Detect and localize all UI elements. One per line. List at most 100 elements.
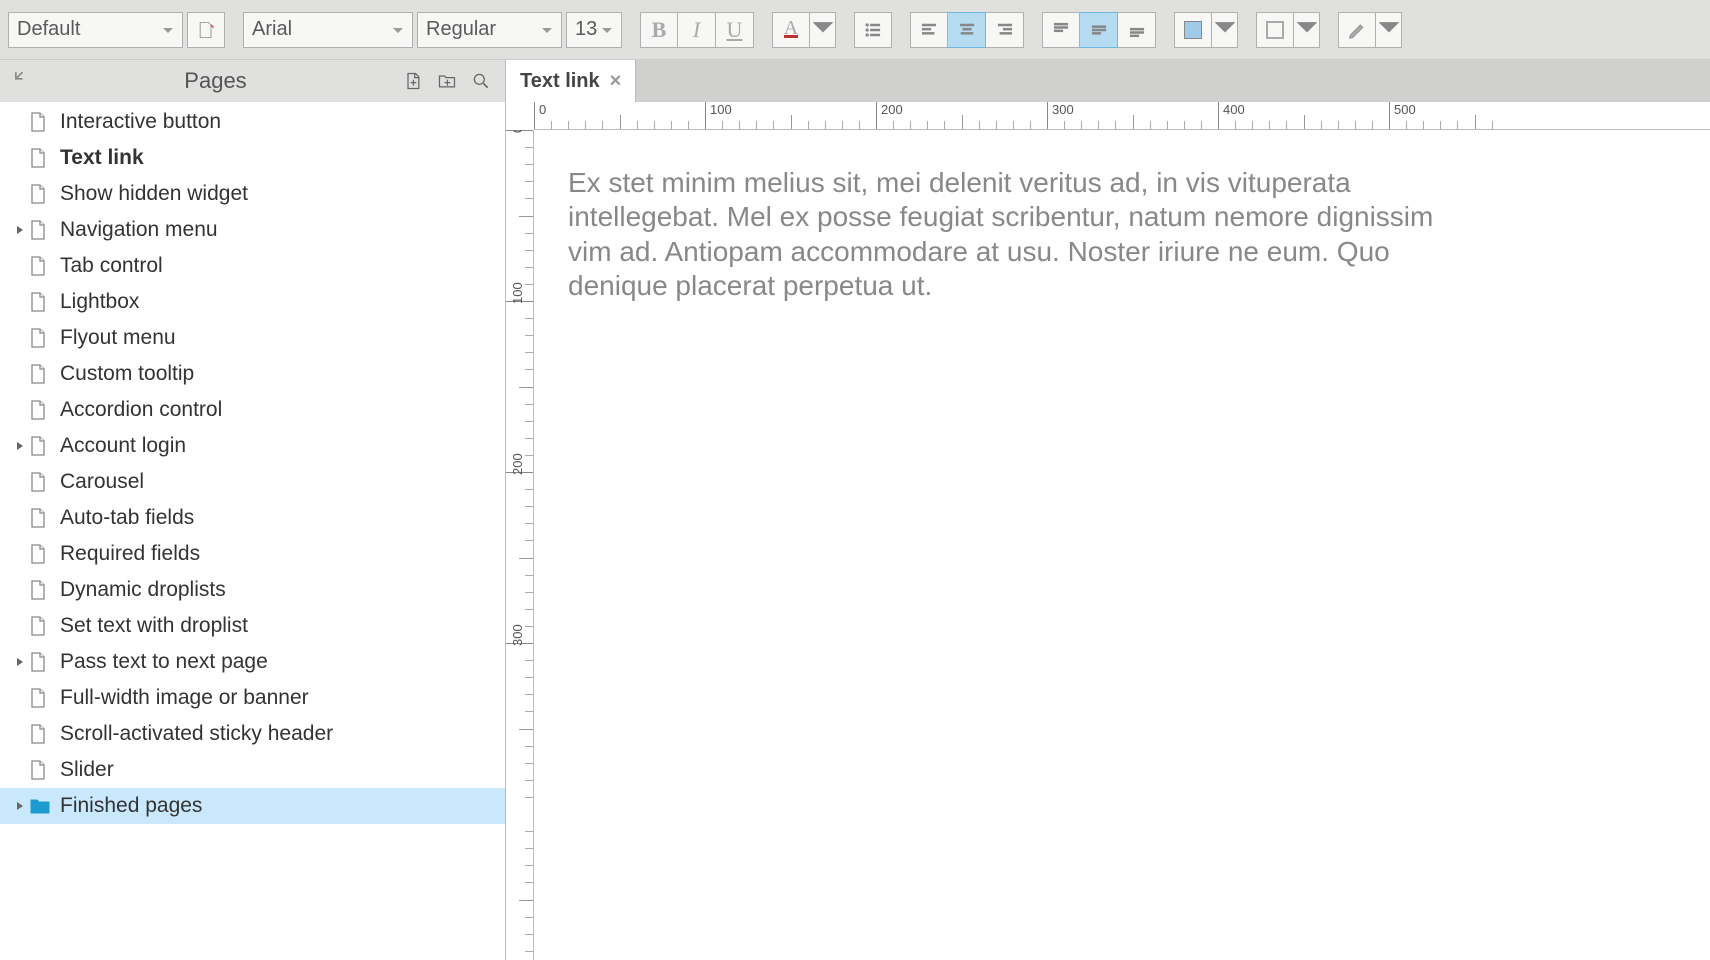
pages-panel: Pages Interactive button Text link Show hi… (0, 60, 506, 960)
border-color-button[interactable] (1256, 12, 1294, 48)
page-item[interactable]: Custom tooltip (0, 356, 505, 392)
page-item[interactable]: Tab control (0, 248, 505, 284)
align-right-button[interactable] (986, 12, 1024, 48)
tab-text-link[interactable]: Text link × (506, 60, 636, 102)
page-item[interactable]: Carousel (0, 464, 505, 500)
bold-button[interactable]: B (640, 12, 678, 48)
line-style-button[interactable] (1338, 12, 1376, 48)
page-item[interactable]: Set text with droplist (0, 608, 505, 644)
italic-icon: I (693, 17, 700, 43)
page-icon (30, 616, 52, 636)
page-item[interactable]: Lightbox (0, 284, 505, 320)
fill-color-button[interactable] (1174, 12, 1212, 48)
line-style-more-button[interactable] (1376, 12, 1402, 48)
placeholder-text[interactable]: Ex stet minim melius sit, mei delenit ve… (568, 166, 1448, 304)
border-color-more-button[interactable] (1294, 12, 1320, 48)
italic-button[interactable]: I (678, 12, 716, 48)
page-item[interactable]: Required fields (0, 536, 505, 572)
style-select[interactable]: Default (8, 12, 183, 48)
valign-middle-button[interactable] (1080, 12, 1118, 48)
underline-icon: U (727, 17, 743, 43)
weight-value: Regular (426, 18, 496, 41)
page-label: Accordion control (60, 398, 222, 422)
widget-style-button[interactable] (187, 12, 225, 48)
tab-title: Text link (520, 70, 600, 93)
page-item[interactable]: Full-width image or banner (0, 680, 505, 716)
page-label: Tab control (60, 254, 163, 278)
page-item[interactable]: Text link (0, 140, 505, 176)
design-canvas[interactable]: Ex stet minim melius sit, mei delenit ve… (534, 130, 1710, 960)
chevron-down-icon (392, 18, 404, 41)
text-color-more-button[interactable] (810, 12, 836, 48)
font-size-select[interactable]: 13 (566, 12, 622, 48)
underline-button[interactable]: U (716, 12, 754, 48)
page-icon (30, 760, 52, 780)
page-icon (30, 472, 52, 492)
page-item[interactable]: Slider (0, 752, 505, 788)
page-label: Dynamic droplists (60, 578, 226, 602)
page-label: Pass text to next page (60, 650, 268, 674)
page-icon (30, 724, 52, 744)
fill-color-more-button[interactable] (1212, 12, 1238, 48)
add-folder-button[interactable] (433, 67, 461, 95)
page-item[interactable]: Navigation menu (0, 212, 505, 248)
page-item[interactable]: Flyout menu (0, 320, 505, 356)
page-item[interactable]: Interactive button (0, 104, 505, 140)
tab-bar: Text link × (506, 60, 1710, 102)
search-button[interactable] (467, 67, 495, 95)
page-label: Interactive button (60, 110, 221, 134)
align-left-button[interactable] (910, 12, 948, 48)
page-icon (30, 688, 52, 708)
bullet-list-button[interactable] (854, 12, 892, 48)
panel-title: Pages (38, 68, 393, 94)
page-label: Navigation menu (60, 218, 218, 242)
page-label: Carousel (60, 470, 144, 494)
page-item[interactable]: Scroll-activated sticky header (0, 716, 505, 752)
page-icon (30, 328, 52, 348)
page-item[interactable]: Dynamic droplists (0, 572, 505, 608)
text-color-button[interactable]: A (772, 12, 810, 48)
page-icon (30, 256, 52, 276)
page-icon (30, 220, 52, 240)
format-toolbar: Default Arial Regular 13 B I U A (0, 0, 1710, 60)
page-label: Lightbox (60, 290, 139, 314)
page-item[interactable]: Accordion control (0, 392, 505, 428)
page-icon (30, 544, 52, 564)
valign-middle-icon (1089, 20, 1109, 40)
page-item[interactable]: Finished pages (0, 788, 505, 824)
page-label: Custom tooltip (60, 362, 194, 386)
font-weight-select[interactable]: Regular (417, 12, 562, 48)
chevron-down-icon (1215, 18, 1235, 41)
canvas-area: Text link × 0100200300400500 0100200300 … (506, 60, 1710, 960)
page-icon (30, 292, 52, 312)
add-page-button[interactable] (399, 67, 427, 95)
align-center-button[interactable] (948, 12, 986, 48)
chevron-down-icon (1297, 18, 1317, 41)
valign-bottom-button[interactable] (1118, 12, 1156, 48)
chevron-down-icon (541, 18, 553, 41)
bold-icon: B (652, 17, 667, 43)
align-center-icon (957, 20, 977, 40)
expander-icon[interactable] (10, 225, 30, 235)
page-item[interactable]: Auto-tab fields (0, 500, 505, 536)
list-icon (863, 20, 883, 40)
folder-icon (30, 798, 52, 814)
font-select[interactable]: Arial (243, 12, 413, 48)
close-icon[interactable]: × (610, 70, 622, 93)
expander-icon[interactable] (10, 441, 30, 451)
text-color-icon: A (784, 21, 798, 38)
expander-icon[interactable] (10, 657, 30, 667)
page-item[interactable]: Account login (0, 428, 505, 464)
ruler-horizontal: 0100200300400500 (534, 102, 1710, 130)
fill-swatch-icon (1184, 21, 1202, 39)
page-icon (30, 508, 52, 528)
page-label: Show hidden widget (60, 182, 248, 206)
valign-top-button[interactable] (1042, 12, 1080, 48)
page-item[interactable]: Show hidden widget (0, 176, 505, 212)
page-label: Finished pages (60, 794, 202, 818)
size-value: 13 (575, 18, 597, 41)
collapse-panel-icon[interactable] (10, 68, 30, 94)
style-value: Default (17, 18, 80, 41)
page-item[interactable]: Pass text to next page (0, 644, 505, 680)
expander-icon[interactable] (10, 801, 30, 811)
